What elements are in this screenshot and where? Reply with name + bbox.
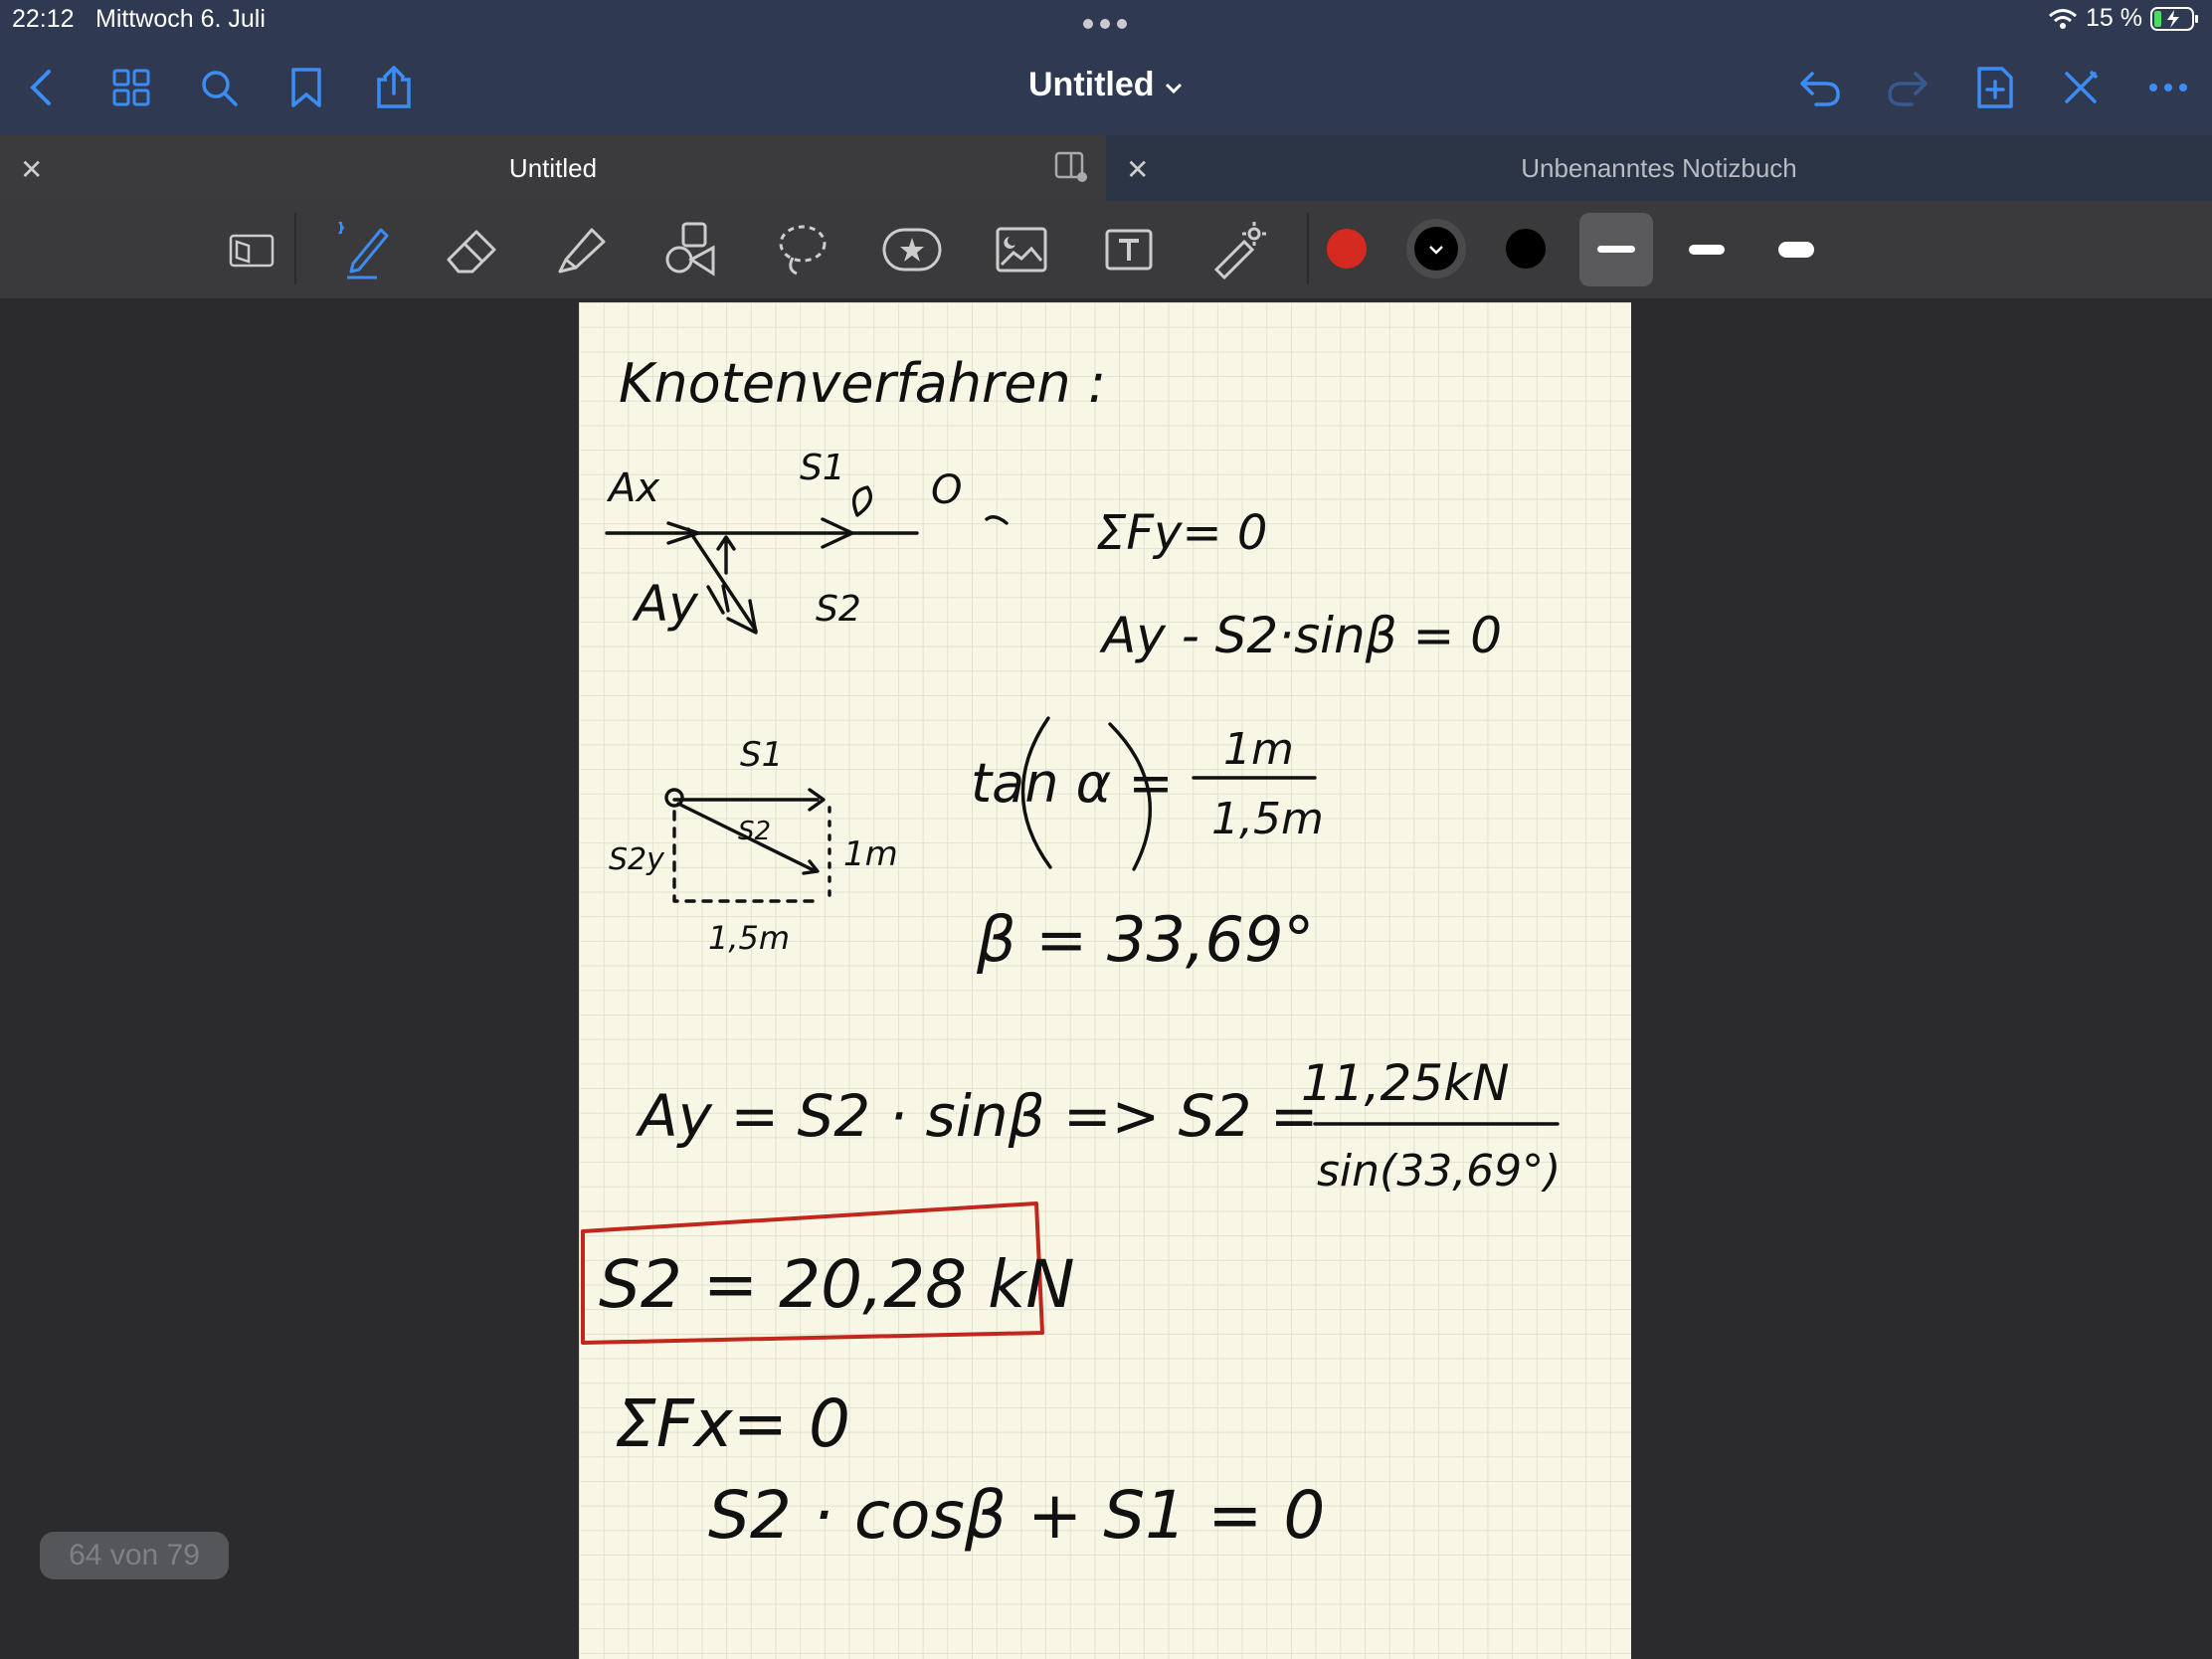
stroke-thick[interactable] (1778, 242, 1814, 258)
multitasking-dots-icon[interactable] (1082, 18, 1128, 30)
battery-percent: 15 % (2086, 4, 2142, 32)
clock: 22:12 (12, 5, 75, 33)
laser-pointer-tool[interactable] (1203, 215, 1273, 284)
label-s2y: S2y (609, 842, 665, 877)
color-red-swatch[interactable] (1327, 229, 1367, 269)
pen-tool[interactable] (328, 215, 398, 284)
heading-text: Knotenverfahren : (619, 352, 1106, 415)
equation-sum-fx: ΣFx= 0 (615, 1385, 850, 1462)
tab-untitled[interactable]: ✕ Untitled (0, 135, 1106, 201)
label-width: 1,5m (708, 919, 790, 957)
label-ax: Ax (606, 465, 659, 511)
equation-ay-minus: Ay - S2·sinβ = 0 (1099, 607, 1502, 664)
label-s2: S2 (816, 589, 861, 630)
eraser-tool[interactable] (438, 215, 507, 284)
highlighter-tool[interactable] (547, 215, 617, 284)
image-icon (996, 227, 1047, 273)
equation-tan-lhs: tan α = (971, 752, 1174, 815)
navigation-bar: Untitled (0, 40, 2212, 135)
chevron-down-icon (1165, 83, 1183, 94)
fraction-numerator: 1m (1223, 724, 1294, 775)
equation-result: S2 = 20,28 kN (599, 1246, 1075, 1323)
elements-tool[interactable] (877, 215, 947, 284)
highlighter-icon (558, 228, 606, 274)
wifi-icon (2049, 8, 2077, 29)
pen-icon (338, 221, 389, 279)
date: Mittwoch 6. Juli (95, 5, 266, 33)
geometry-sketch: S1 S2 S2y 1m 1,5m (609, 735, 898, 957)
lasso-icon (779, 225, 827, 276)
equation-beta: β = 33,69° (976, 903, 1314, 976)
color-black-swatch[interactable] (1506, 229, 1546, 269)
eraser-icon (447, 230, 496, 274)
tab-label: Unbenanntes Notizbuch (1521, 153, 1797, 183)
undo-button[interactable] (1794, 62, 1846, 113)
shapes-icon (665, 222, 715, 276)
stroke-medium[interactable] (1689, 245, 1725, 255)
toolbar-divider (1307, 213, 1309, 284)
lasso-tool[interactable] (768, 215, 837, 284)
fraction-denominator: 1,5m (1211, 794, 1324, 844)
label-s1: S1 (800, 448, 845, 488)
tab-label: Untitled (508, 153, 598, 183)
label-ay: Ay (632, 575, 699, 633)
equation-frac-numerator: 11,25kN (1301, 1054, 1510, 1112)
force-diagram-node: Ax S1 O Ay S2 (605, 448, 1009, 635)
tab-unbenanntes-notizbuch[interactable]: ✕ Unbenanntes Notizbuch (1106, 135, 2212, 201)
undo-icon (1800, 72, 1840, 106)
document-title: Untitled (1028, 66, 1155, 103)
notebook-page[interactable]: .hw { font-family:"DejaVu Sans", sans-se… (579, 302, 1631, 1659)
status-bar: 22:12 Mittwoch 6. Juli 15 % (0, 0, 2212, 40)
text-box-icon (1105, 229, 1153, 271)
redo-button[interactable] (1882, 62, 1934, 113)
read-mode-icon (229, 234, 275, 268)
chevron-down-icon (1429, 246, 1443, 255)
equation-last: S2 · cosβ + S1 = 0 (708, 1477, 1325, 1554)
handwriting-layer: .hw { font-family:"DejaVu Sans", sans-se… (581, 352, 1561, 1554)
equation-ay-lhs: Ay = S2 · sinβ => S2 = (635, 1082, 1318, 1150)
equation-sum-fy: ΣFy= 0 (1096, 505, 1267, 561)
label-s2-small: S2 (738, 817, 771, 846)
more-button[interactable] (2142, 62, 2194, 113)
star-sticker-icon (882, 228, 942, 272)
split-view-icon[interactable] (1054, 151, 1088, 183)
add-page-button[interactable] (1969, 62, 2021, 113)
close-pen-button[interactable] (2055, 62, 2107, 113)
toolbar-divider (294, 213, 296, 284)
read-only-toggle[interactable] (217, 215, 286, 284)
label-height: 1m (843, 834, 898, 874)
equation-frac-denominator: sin(33,69°) (1317, 1146, 1561, 1197)
document-tabs: ✕ Untitled ✕ Unbenanntes Notizbuch (0, 135, 2212, 201)
add-page-icon (1977, 67, 2013, 108)
drawing-toolbar (0, 201, 2212, 298)
pen-close-icon (2065, 70, 2099, 103)
battery-charging-icon (2150, 6, 2198, 31)
stroke-thin-selected[interactable] (1579, 213, 1653, 286)
color-black-selected-swatch[interactable] (1406, 219, 1466, 278)
laser-pointer-icon (1213, 222, 1266, 279)
redo-icon (1888, 72, 1928, 106)
text-tool[interactable] (1094, 215, 1164, 284)
label-o: O (931, 467, 962, 513)
ellipsis-icon (2149, 84, 2187, 92)
label-s1-small: S1 (740, 735, 783, 775)
shapes-tool[interactable] (656, 215, 726, 284)
page-indicator: 64 von 79 (40, 1532, 229, 1579)
image-tool[interactable] (987, 215, 1056, 284)
document-title-menu[interactable]: Untitled (0, 66, 2212, 104)
